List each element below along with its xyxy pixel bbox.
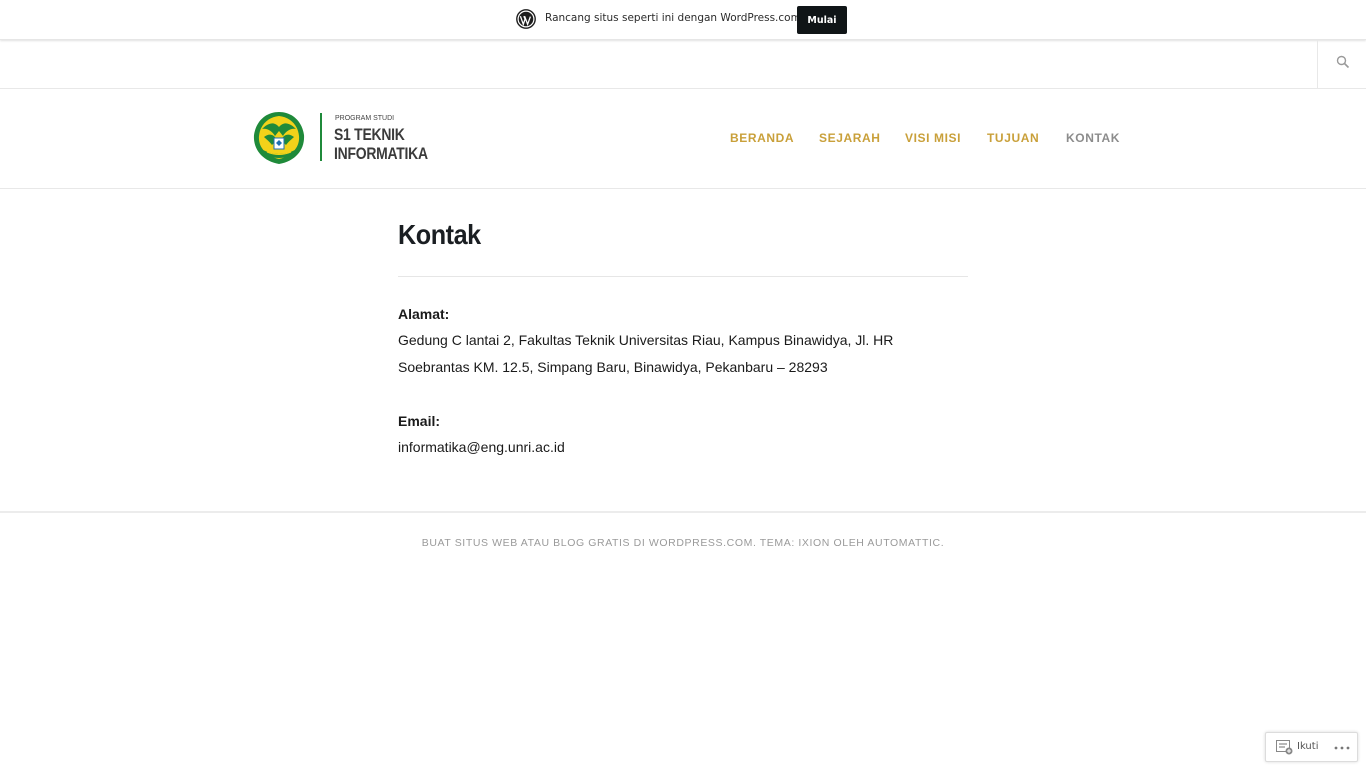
email-label: Email: [398,413,441,429]
nav-item-sejarah[interactable]: SEJARAH [819,131,881,145]
title-divider [398,276,968,277]
start-button[interactable]: Mulai [797,6,847,34]
address-line-2: Soebrantas KM. 12.5, Simpang Baru, Binaw… [398,359,828,375]
main-navigation: BERANDA SEJARAH VISI MISI TUJUAN KONTAK [0,131,1366,147]
follow-reader-icon [1276,740,1293,755]
search-strip [0,40,1366,89]
site-header: PROGRAM STUDI S1 TEKNIK INFORMATIKA BERA… [0,89,1366,189]
logo-program-label: PROGRAM STUDI [335,115,395,122]
email-value[interactable]: informatika@eng.unri.ac.id [398,434,958,461]
more-dots-icon[interactable] [1334,746,1350,750]
nav-item-visi-misi[interactable]: VISI MISI [905,131,961,145]
address-line-1: Gedung C lantai 2, Fakultas Teknik Unive… [398,332,894,348]
search-toggle-button[interactable] [1317,40,1366,88]
wordpress-promo-bar: Rancang situs seperti ini dengan WordPre… [0,0,1366,40]
footer-divider [0,511,1366,513]
follow-widget[interactable]: Ikuti [1265,732,1358,762]
search-icon [1336,55,1350,69]
address-label: Alamat: [398,306,450,322]
promo-text[interactable]: Rancang situs seperti ini dengan WordPre… [545,12,801,24]
page-title: Kontak [398,219,481,250]
nav-item-beranda[interactable]: BERANDA [730,131,794,145]
footer-credit[interactable]: BUAT SITUS WEB ATAU BLOG GRATIS DI WORDP… [0,537,1366,549]
wordpress-logo-icon[interactable] [516,9,536,29]
follow-button[interactable]: Ikuti [1297,741,1318,752]
nav-item-tujuan[interactable]: TUJUAN [987,131,1039,145]
nav-item-kontak[interactable]: KONTAK [1066,131,1120,145]
